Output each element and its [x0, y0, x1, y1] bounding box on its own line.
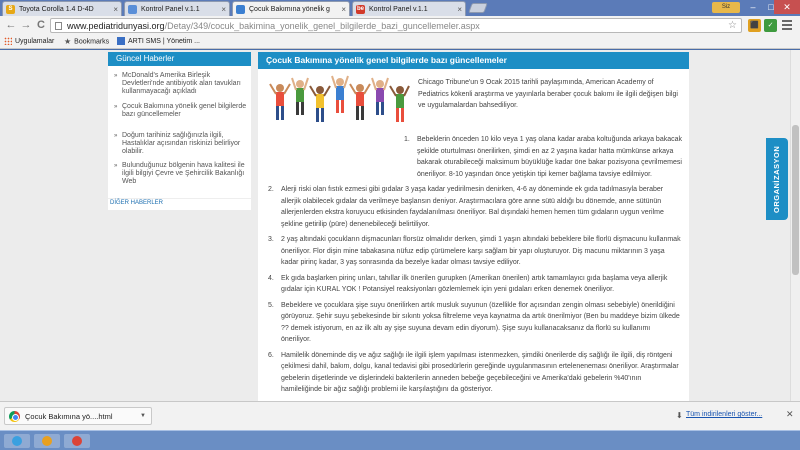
- explorer-icon: [42, 436, 52, 446]
- taskbar-item[interactable]: [64, 434, 90, 448]
- new-tab-button[interactable]: [468, 3, 488, 13]
- list-number: 3.: [268, 236, 274, 243]
- tab-strip: S Toyota Corolla 1.4 D-4D × Kontrol Pane…: [0, 0, 800, 16]
- news-item[interactable]: » McDonald's Amerika Birleşik Devletleri'…: [108, 72, 251, 96]
- tab-favicon-icon: S: [6, 5, 15, 14]
- browser-tab-kontrol-panel-1[interactable]: Kontrol Panel v.1.1 ×: [124, 1, 230, 16]
- bookmark-star-icon[interactable]: ☆: [728, 19, 737, 33]
- page-icon: [55, 22, 62, 30]
- tab-label: Kontrol Panel v.1.1: [141, 6, 200, 13]
- article: Çocuk Bakımına yönelik genel bilgilerde …: [258, 52, 689, 401]
- list-item: 3. 2 yaş altındaki çocukların dişmacunlar…: [268, 234, 682, 269]
- news-item[interactable]: » Bulunduğunuz bölgenin hava kalitesi ile…: [108, 162, 251, 186]
- download-filename: Çocuk Bakımına yö....html: [25, 412, 113, 421]
- back-button[interactable]: ←: [4, 18, 18, 32]
- article-intro: Chicago Tribune'un 9 Ocak 2015 tarihli p…: [418, 79, 678, 109]
- browser-tab-toyota[interactable]: S Toyota Corolla 1.4 D-4D ×: [2, 1, 122, 16]
- minimize-button[interactable]: –: [744, 0, 762, 14]
- tab-close-icon[interactable]: ×: [457, 2, 462, 16]
- scrollbar-thumb[interactable]: [792, 125, 799, 275]
- news-sidebar: Güncel Haberler » McDonald's Amerika Birl…: [108, 52, 251, 210]
- start-button[interactable]: [4, 434, 30, 448]
- chrome-file-icon: [9, 411, 20, 422]
- chevron-right-icon: »: [114, 104, 118, 110]
- reload-button[interactable]: C: [34, 18, 48, 32]
- tab-favicon-icon: [236, 5, 245, 14]
- list-text: Ek gıda başlarken pirinç unları, tahılla…: [281, 274, 668, 294]
- windows-start-icon: [12, 436, 22, 446]
- tab-close-icon[interactable]: ×: [221, 2, 226, 16]
- article-title: Çocuk Bakımına yönelik genel bilgilerde …: [258, 52, 689, 69]
- list-text: 2 yaş altındaki çocukların dişmacunları …: [281, 236, 681, 266]
- apps-grid-icon: [4, 37, 12, 46]
- chevron-down-icon[interactable]: ▼: [140, 408, 146, 425]
- article-list: 1. Bebeklerin önceden 10 kilo veya 1 yaş …: [268, 134, 682, 400]
- url-host: www.pediatridunyasi.org: [67, 21, 165, 31]
- chevron-right-icon: »: [114, 133, 118, 139]
- tab-label: Kontrol Panel v.1.1: [369, 6, 428, 13]
- list-text: Hamilelik döneminde diş ve ağız sağlığı …: [281, 351, 679, 394]
- web-page: Güncel Haberler » McDonald's Amerika Birl…: [0, 50, 800, 401]
- bookmark-apps[interactable]: Uygulamalar: [4, 35, 54, 48]
- list-item: 5. Bebeklere ve çocuklara şişe suyu öneri…: [268, 300, 682, 346]
- list-item: 1. Bebeklerin önceden 10 kilo veya 1 yaş …: [268, 134, 682, 180]
- browser-tab-cocuk-bakimina[interactable]: Çocuk Bakımına yönelik g ×: [232, 1, 350, 16]
- list-number: 4.: [268, 274, 274, 282]
- list-number: 1.: [404, 136, 410, 143]
- more-news-link[interactable]: DİĞER HABERLER: [108, 198, 251, 208]
- organization-side-tab[interactable]: ORGANİZASYON: [766, 138, 788, 220]
- list-number: 2.: [268, 186, 274, 193]
- bookmark-label: Uygulamalar: [15, 38, 55, 45]
- address-bar[interactable]: www.pediatridunyasi.org/Detay/349/cocuk_…: [50, 18, 742, 33]
- os-taskbar: [0, 430, 800, 450]
- chrome-menu-icon[interactable]: [782, 20, 792, 31]
- show-all-downloads-link[interactable]: Tüm indirilenleri göster...: [686, 411, 762, 418]
- download-arrow-icon: ⬇: [676, 411, 683, 420]
- bookmark-label: Bookmarks: [74, 38, 110, 46]
- tab-favicon-icon: be: [356, 5, 365, 14]
- list-text: Bebeklerin önceden 10 kilo veya 1 yaş ol…: [417, 136, 683, 178]
- list-text: Bebeklere ve çocuklara şişe suyu önerili…: [281, 301, 680, 344]
- arti-sms-icon: [117, 37, 125, 46]
- taskbar-item[interactable]: [34, 434, 60, 448]
- download-item[interactable]: Çocuk Bakımına yö....html ▼: [4, 407, 152, 425]
- extension-check-icon[interactable]: ✓: [764, 19, 777, 32]
- list-number: 5.: [268, 301, 274, 309]
- news-item[interactable]: » Çocuk Bakımına yönelik genel bilgilerde…: [108, 103, 251, 119]
- star-icon: ★: [64, 37, 72, 46]
- chevron-right-icon: »: [114, 163, 118, 169]
- list-text: Alerji riski olan fıstık ezmesi gibi gıd…: [281, 186, 664, 228]
- list-item: 6. Hamilelik döneminde diş ve ağız sağlığ…: [268, 350, 682, 396]
- url-text[interactable]: www.pediatridunyasi.org/Detay/349/cocuk_…: [67, 19, 480, 33]
- url-path: /Detay/349/cocuk_bakimina_yonelik_genel_…: [164, 21, 480, 31]
- profile-button[interactable]: Siz: [712, 2, 740, 13]
- list-item: 2. Alerji riski olan fıstık ezmesi gibi g…: [268, 184, 682, 230]
- forward-button[interactable]: →: [19, 18, 33, 32]
- extension-icon[interactable]: ⬛: [748, 19, 761, 32]
- download-bar: Çocuk Bakımına yö....html ▼ ⬇ Tüm indiri…: [0, 401, 800, 430]
- list-number: 6.: [268, 351, 274, 359]
- chrome-icon: [72, 436, 82, 446]
- page-scrollbar[interactable]: [790, 50, 800, 401]
- chevron-right-icon: »: [114, 73, 118, 79]
- sidebar-title: Güncel Haberler: [108, 52, 251, 66]
- browser-tab-kontrol-panel-2[interactable]: be Kontrol Panel v.1.1 ×: [352, 1, 466, 16]
- tab-favicon-icon: [128, 5, 137, 14]
- bookmark-bookmarks[interactable]: ★ Bookmarks: [64, 35, 109, 48]
- tab-close-icon[interactable]: ×: [113, 2, 118, 16]
- close-window-button[interactable]: ✕: [774, 0, 800, 14]
- news-item[interactable]: » Doğum tarihiniz sağlığınızla ilgili, Ha…: [108, 132, 251, 156]
- tab-label: Çocuk Bakımına yönelik g: [249, 6, 330, 13]
- bookmarks-bar: Uygulamalar ★ Bookmarks ARTI SMS | Yöneti…: [0, 35, 800, 49]
- list-item: 4. Ek gıda başlarken pirinç unları, tahıl…: [268, 273, 682, 296]
- bookmark-label: ARTI SMS | Yönetim ...: [128, 38, 200, 45]
- close-download-bar-icon[interactable]: ✕: [786, 409, 794, 420]
- tab-close-icon[interactable]: ×: [341, 2, 346, 16]
- tab-label: Toyota Corolla 1.4 D-4D: [19, 6, 94, 13]
- browser-toolbar: ← → C www.pediatridunyasi.org/Detay/349/…: [0, 16, 800, 35]
- bookmark-arti-sms[interactable]: ARTI SMS | Yönetim ...: [117, 35, 200, 48]
